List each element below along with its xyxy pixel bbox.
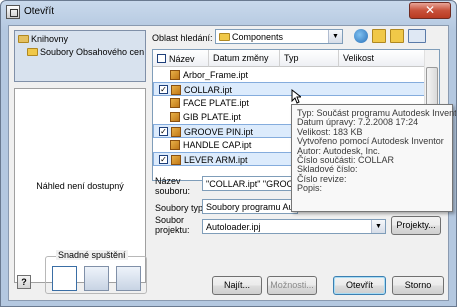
part-file-icon [170,70,180,80]
chevron-down-icon: ▼ [328,30,342,43]
tree-item-content-center[interactable]: Soubory Obsahového cen [27,47,144,57]
part-file-icon [170,112,180,122]
location-value: Components [232,32,284,42]
tree-item-libraries[interactable]: Knihovny [18,34,68,44]
column-header-name[interactable]: Název [153,50,209,67]
file-row[interactable]: ✓ COLLAR.ipt [153,82,425,96]
project-combo[interactable]: Autoloader.ipj ▼ [202,219,386,234]
part-file-icon [170,140,180,150]
help-button[interactable]: ? [17,275,31,289]
tree-item-label: Knihovny [31,34,69,44]
part-file-icon [171,155,181,165]
filename-label-line2: souboru: [155,186,191,196]
select-all-checkbox[interactable] [157,54,166,63]
column-header-size[interactable]: Velikost [339,50,425,67]
find-button[interactable]: Najít... [212,276,262,295]
projects-button[interactable]: Projekty... [391,216,441,235]
open-button[interactable]: Otevřít [333,276,386,295]
close-button[interactable]: ✕ [409,2,451,19]
tree-item-label: Soubory Obsahového cen [40,47,145,57]
filename-input[interactable]: "COLLAR.ipt" "GROOVE [202,176,294,191]
file-row[interactable]: Arbor_Frame.ipt [153,68,425,82]
project-label-line2: projektu: [155,225,190,235]
new-folder-icon[interactable] [390,29,404,43]
file-name: COLLAR.ipt [184,85,233,95]
file-name: GIB PLATE.ipt [183,112,241,122]
quick-launch-group: Snadné spuštění [45,250,147,294]
location-tree: Knihovny Soubory Obsahového cen [14,30,146,82]
row-checkbox[interactable]: ✓ [159,155,168,164]
file-name: Arbor_Frame.ipt [183,70,249,80]
open-dialog: Otevřít ✕ Knihovny Soubory Obsahového ce… [0,0,457,307]
file-name: GROOVE PIN.ipt [184,127,254,137]
file-name: HANDLE CAP.ipt [183,140,252,150]
file-info-tooltip: Typ: Součást programu Autodesk Inventor … [291,104,456,212]
title-bar[interactable]: Otevřít ✕ [1,1,456,23]
row-checkbox[interactable]: ✓ [159,85,168,94]
folder-icon [219,33,230,41]
options-button[interactable]: Možnosti... [267,276,317,295]
chevron-down-icon: ▼ [371,220,385,233]
views-menu-icon[interactable] [408,29,426,43]
location-combo[interactable]: Components ▼ [215,29,343,44]
window-icon [6,5,20,19]
open-icon[interactable] [84,266,109,291]
back-icon[interactable] [354,29,368,43]
location-label: Oblast hledání: [152,33,213,43]
column-header-date[interactable]: Datum změny [209,50,280,67]
library-icon [18,35,29,43]
row-checkbox[interactable]: ✓ [159,127,168,136]
filename-label-line1: Název [155,176,181,186]
filetype-value: Soubory programu Autodesk Inventor (*.ip… [206,202,297,212]
new-file-icon[interactable] [52,266,77,291]
mouse-cursor-icon [291,89,301,104]
folder-icon [27,48,38,56]
preview-message: Náhled není dostupný [36,181,124,191]
tooltip-line: Popis: [297,183,323,194]
part-file-icon [170,98,180,108]
project-value: Autoloader.ipj [206,222,261,232]
up-folder-icon[interactable] [372,29,386,43]
project-label-line1: Soubor [155,215,185,225]
quick-launch-title: Snadné spuštění [56,250,128,260]
filetype-combo[interactable]: Soubory programu Autodesk Inventor (*.ip… [202,199,298,214]
projects-icon[interactable] [116,266,141,291]
file-name: FACE PLATE.ipt [183,98,249,108]
part-file-icon [171,127,181,137]
file-name: LEVER ARM.ipt [184,155,248,165]
part-file-icon [171,85,181,95]
column-header-type[interactable]: Typ [280,50,339,67]
window-title: Otevřít [24,6,55,17]
cancel-button[interactable]: Storno [392,276,444,295]
